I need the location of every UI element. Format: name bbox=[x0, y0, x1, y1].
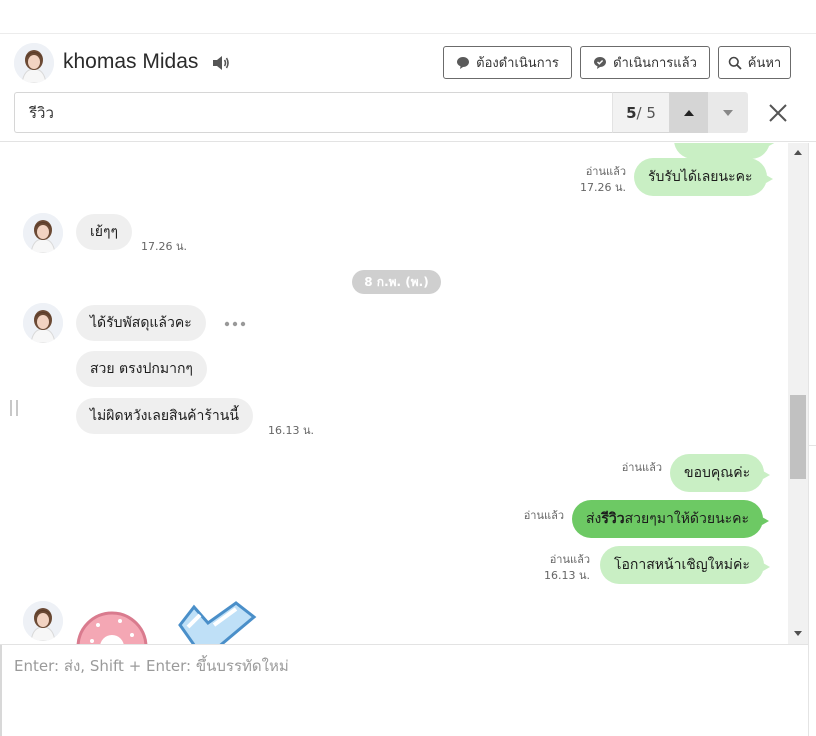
search-label: ค้นหา bbox=[747, 56, 782, 71]
message-search-bar: 5/ 5 bbox=[0, 92, 816, 142]
message-text-after: สวยๆมาให้ด้วยนะคะ bbox=[624, 511, 750, 527]
scroll-up-arrow[interactable] bbox=[794, 150, 802, 155]
more-horizontal-icon[interactable] bbox=[224, 321, 246, 327]
top-strip bbox=[0, 0, 816, 34]
chat-message-list[interactable]: อ่านแล้ว 17.26 น. รับรับได้เลยนะคะ เย้ๆๆ… bbox=[0, 143, 788, 644]
message-text: รับรับได้เลยนะคะ bbox=[648, 169, 753, 185]
sender-avatar[interactable] bbox=[23, 601, 63, 641]
date-divider: 8 ก.พ. (พ.) bbox=[352, 270, 441, 294]
read-status: อ่านแล้ว bbox=[523, 509, 564, 522]
todo-button[interactable]: ต้องดำเนินการ bbox=[443, 46, 572, 79]
outgoing-message[interactable]: ขอบคุณค่ะ bbox=[670, 454, 771, 492]
sender-avatar[interactable] bbox=[23, 213, 63, 253]
read-receipt: อ่านแล้ว bbox=[502, 508, 564, 524]
outgoing-message-search-hit[interactable]: ส่ง รีวิว สวยๆมาให้ด้วยนะคะ bbox=[572, 500, 770, 538]
message-text: เย้ๆๆ bbox=[90, 224, 119, 240]
message-time: 16.13 น. bbox=[268, 424, 315, 437]
read-status: อ่านแล้ว bbox=[621, 461, 662, 474]
close-search-button[interactable] bbox=[765, 100, 791, 126]
scroll-thumb[interactable] bbox=[790, 395, 806, 479]
message-text: ได้รับพัสดุแล้วคะ bbox=[90, 315, 192, 331]
message-time: 16.13 น. bbox=[543, 569, 590, 582]
contact-avatar[interactable] bbox=[14, 43, 54, 83]
close-icon bbox=[769, 104, 787, 122]
message-text-before: ส่ง bbox=[586, 511, 602, 527]
search-match-highlight: รีวิว bbox=[601, 511, 625, 527]
message-input[interactable] bbox=[14, 655, 794, 677]
message-text: ขอบคุณค่ะ bbox=[684, 465, 751, 481]
message-text: สวย ตรงปกมากๆ bbox=[90, 361, 193, 377]
message-time: 17.26 น. bbox=[141, 240, 188, 253]
read-receipt: อ่านแล้ว bbox=[600, 460, 662, 476]
search-next-button[interactable] bbox=[708, 92, 748, 133]
outgoing-message[interactable]: โอกาสหน้าเชิญใหม่ค่ะ bbox=[600, 546, 770, 584]
incoming-message[interactable]: สวย ตรงปกมากๆ bbox=[76, 351, 207, 387]
caret-up-icon bbox=[684, 109, 694, 116]
search-current: 5 bbox=[626, 103, 637, 122]
message-text: โอกาสหน้าเชิญใหม่ค่ะ bbox=[614, 557, 750, 573]
done-label: ดำเนินการแล้ว bbox=[613, 56, 697, 71]
chat-bubble-icon bbox=[457, 56, 470, 69]
resize-handle[interactable] bbox=[10, 400, 18, 416]
composer-edge bbox=[0, 645, 2, 736]
search-total: / 5 bbox=[636, 103, 656, 122]
chat-scrollbar[interactable] bbox=[788, 143, 808, 644]
speaker-icon[interactable] bbox=[212, 55, 230, 71]
read-receipt: อ่านแล้ว 16.13 น. bbox=[528, 552, 590, 584]
sender-avatar[interactable] bbox=[23, 303, 63, 343]
sticker-message[interactable] bbox=[76, 601, 266, 644]
outgoing-message[interactable]: รับรับได้เลยนะคะ bbox=[634, 158, 772, 196]
incoming-message[interactable]: ได้รับพัสดุแล้วคะ bbox=[76, 305, 206, 341]
caret-down-icon bbox=[723, 109, 733, 116]
scroll-down-arrow[interactable] bbox=[794, 631, 802, 636]
read-status: อ่านแล้ว bbox=[585, 165, 626, 178]
contact-name: khomas Midas bbox=[63, 50, 199, 73]
right-panel-edge bbox=[808, 143, 816, 736]
search-previous-button[interactable] bbox=[670, 92, 708, 133]
incoming-message[interactable]: ไม่ผิดหวังเลยสินค้าร้านนี้ bbox=[76, 398, 253, 434]
search-icon bbox=[728, 56, 742, 70]
check-chat-icon bbox=[594, 56, 607, 69]
message-bubble-clipped bbox=[674, 143, 776, 159]
search-button[interactable]: ค้นหา bbox=[718, 46, 791, 79]
message-search-input[interactable] bbox=[14, 92, 612, 133]
search-result-counter: 5/ 5 bbox=[612, 92, 670, 133]
message-composer bbox=[0, 644, 808, 736]
todo-label: ต้องดำเนินการ bbox=[476, 56, 559, 71]
read-status: อ่านแล้ว bbox=[549, 553, 590, 566]
read-receipt: อ่านแล้ว 17.26 น. bbox=[566, 164, 626, 196]
done-button[interactable]: ดำเนินการแล้ว bbox=[580, 46, 710, 79]
message-time: 17.26 น. bbox=[579, 181, 626, 194]
incoming-message[interactable]: เย้ๆๆ bbox=[76, 214, 133, 250]
message-text: ไม่ผิดหวังเลยสินค้าร้านนี้ bbox=[90, 408, 239, 424]
chat-header: khomas Midas ต้องดำเนินการ ดำเนินการแล้ว… bbox=[0, 34, 816, 92]
